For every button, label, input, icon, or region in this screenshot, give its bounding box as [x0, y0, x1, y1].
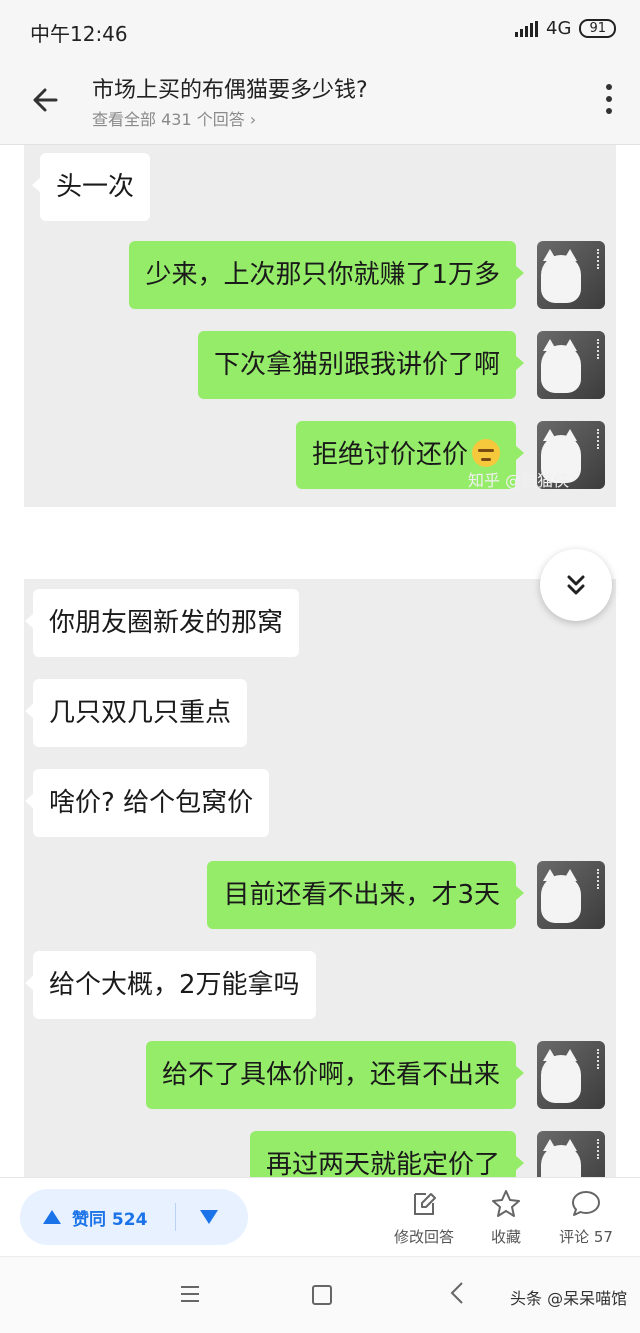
signal-icon — [515, 20, 539, 37]
chat-screenshot-1: 头一次 少来，上次那只你就赚了1万多 下次拿猫别跟我讲价了啊 拒绝讨价还价 — [24, 145, 616, 507]
chat-bubble-left: 头一次 — [31, 153, 151, 221]
chat-bubble-right: 给不了具体价啊，还看不出来 — [145, 1041, 525, 1109]
view-all-answers-link[interactable]: 查看全部 431 个回答 › — [92, 106, 256, 130]
comment-button[interactable]: 评论 57 — [546, 1186, 626, 1247]
network-type: 4G — [546, 18, 572, 39]
double-chevron-down-icon — [567, 575, 585, 595]
edit-icon — [414, 1193, 436, 1215]
upvote-button[interactable]: 赞同 524 — [42, 1189, 147, 1245]
answer-action-bar: 赞同 524 修改回答 收藏 评论 57 — [0, 1177, 640, 1256]
chat-bubble-left: 你朋友圈新发的那窝 — [24, 589, 300, 657]
comment-label: 评论 57 — [559, 1228, 613, 1246]
upvote-label: 赞同 524 — [72, 1209, 148, 1230]
downvote-button[interactable] — [198, 1205, 220, 1231]
next-answer-button[interactable] — [540, 549, 612, 621]
comment-bubble-icon — [572, 1191, 600, 1216]
more-options-icon[interactable] — [604, 84, 614, 114]
chat-bubble-right: 再过两天就能定价了 — [249, 1131, 525, 1177]
chat-screenshot-2: 你朋友圈新发的那窝 几只双几只重点 啥价? 给个包窝价 目前还看不出来，才3天 … — [24, 579, 616, 1177]
battery-icon: 91 — [579, 19, 616, 38]
cat-avatar — [537, 331, 605, 399]
vote-divider — [175, 1203, 176, 1231]
edit-answer-button[interactable]: 修改回答 — [384, 1186, 464, 1247]
star-icon — [492, 1190, 520, 1217]
system-nav-bar: 头条 @呆呆喵馆 — [0, 1256, 640, 1333]
cat-avatar — [537, 1131, 605, 1177]
question-title[interactable]: 市场上买的布偶猫要多少钱? — [92, 72, 368, 104]
collect-button[interactable]: 收藏 — [466, 1186, 546, 1247]
answer-content: 头一次 少来，上次那只你就赚了1万多 下次拿猫别跟我讲价了啊 拒绝讨价还价 知乎… — [0, 145, 640, 1177]
upvote-triangle-icon — [43, 1210, 61, 1224]
chat-bubble-left: 啥价? 给个包窝价 — [24, 769, 270, 837]
question-header: 市场上买的布偶猫要多少钱? 查看全部 431 个回答 › — [0, 58, 640, 145]
chat-bubble-right: 少来，上次那只你就赚了1万多 — [129, 241, 524, 309]
collect-label: 收藏 — [490, 1228, 521, 1246]
edit-answer-label: 修改回答 — [393, 1228, 454, 1246]
vote-control: 赞同 524 — [20, 1189, 248, 1245]
back-arrow-icon[interactable] — [26, 80, 66, 120]
cat-avatar — [537, 1041, 605, 1109]
status-icons: 4G 91 — [515, 18, 616, 39]
status-time: 中午12:46 — [30, 22, 128, 46]
chat-bubble-left: 几只双几只重点 — [24, 679, 248, 747]
menu-icon[interactable] — [180, 1285, 200, 1303]
home-icon[interactable] — [312, 1285, 332, 1305]
watermark: 知乎 @猫猫侠 — [468, 471, 570, 490]
downvote-triangle-icon — [200, 1210, 218, 1224]
smirk-emoji-icon — [472, 439, 500, 467]
cat-avatar — [537, 861, 605, 929]
bubble-text: 拒绝讨价还价 — [311, 440, 468, 470]
chat-bubble-right: 下次拿猫别跟我讲价了啊 — [197, 331, 525, 399]
source-watermark: 头条 @呆呆喵馆 — [510, 1289, 628, 1308]
chat-bubble-right: 目前还看不出来，才3天 — [207, 861, 524, 929]
status-bar: 中午12:46 4G 91 — [0, 0, 640, 58]
cat-avatar — [537, 241, 605, 309]
back-nav-icon[interactable] — [450, 1281, 464, 1305]
chat-bubble-left: 给个大概，2万能拿吗 — [25, 951, 316, 1019]
